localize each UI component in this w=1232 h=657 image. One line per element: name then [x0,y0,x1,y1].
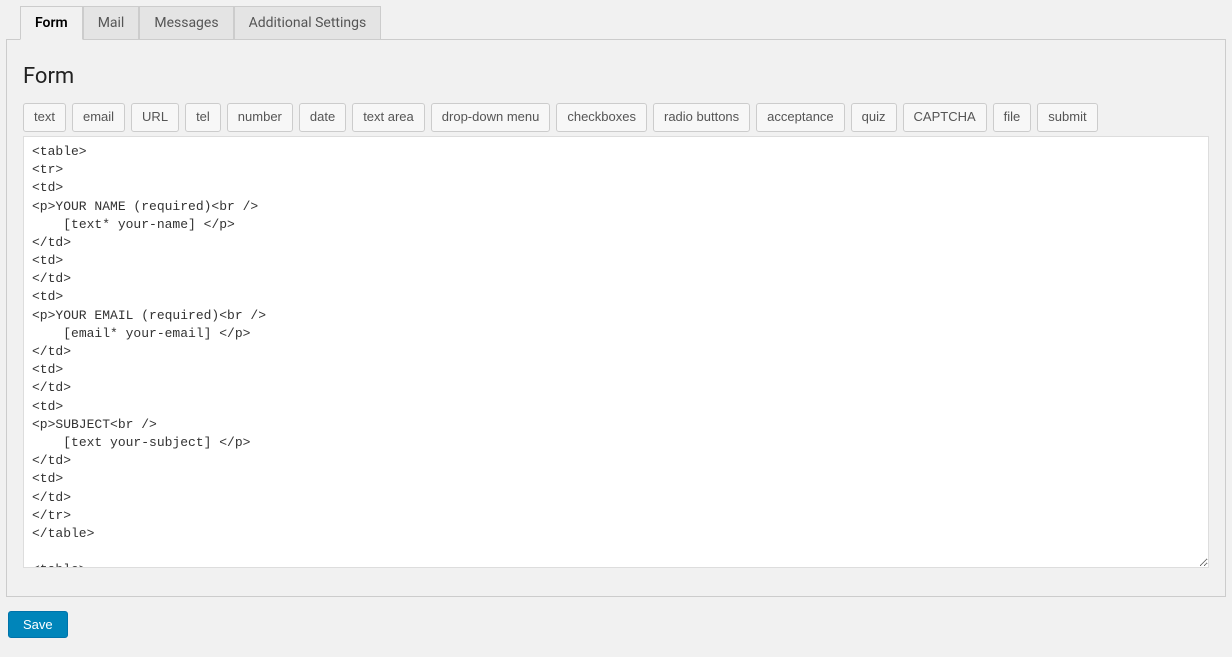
tag-button-textarea[interactable]: text area [352,103,425,132]
tag-button-quiz[interactable]: quiz [851,103,897,132]
tab-additional-settings[interactable]: Additional Settings [234,6,382,40]
tag-button-radio[interactable]: radio buttons [653,103,750,132]
tag-button-file[interactable]: file [993,103,1032,132]
tag-button-email[interactable]: email [72,103,125,132]
tag-button-dropdown[interactable]: drop-down menu [431,103,551,132]
tag-button-captcha[interactable]: CAPTCHA [903,103,987,132]
tab-messages[interactable]: Messages [139,6,233,40]
tag-button-text[interactable]: text [23,103,66,132]
tag-button-acceptance[interactable]: acceptance [756,103,845,132]
tag-button-tel[interactable]: tel [185,103,221,132]
tab-form[interactable]: Form [20,6,83,40]
tag-button-url[interactable]: URL [131,103,179,132]
tabs-bar: Form Mail Messages Additional Settings [20,6,1226,39]
form-code-textarea[interactable] [23,136,1209,568]
tag-buttons-row: text email URL tel number date text area… [23,103,1209,132]
form-panel: Form text email URL tel number date text… [6,39,1226,597]
tag-button-date[interactable]: date [299,103,346,132]
section-heading: Form [23,64,1209,89]
save-button[interactable]: Save [8,611,68,638]
tag-button-number[interactable]: number [227,103,293,132]
tag-button-checkboxes[interactable]: checkboxes [556,103,647,132]
tag-button-submit[interactable]: submit [1037,103,1097,132]
tab-mail[interactable]: Mail [83,6,140,40]
